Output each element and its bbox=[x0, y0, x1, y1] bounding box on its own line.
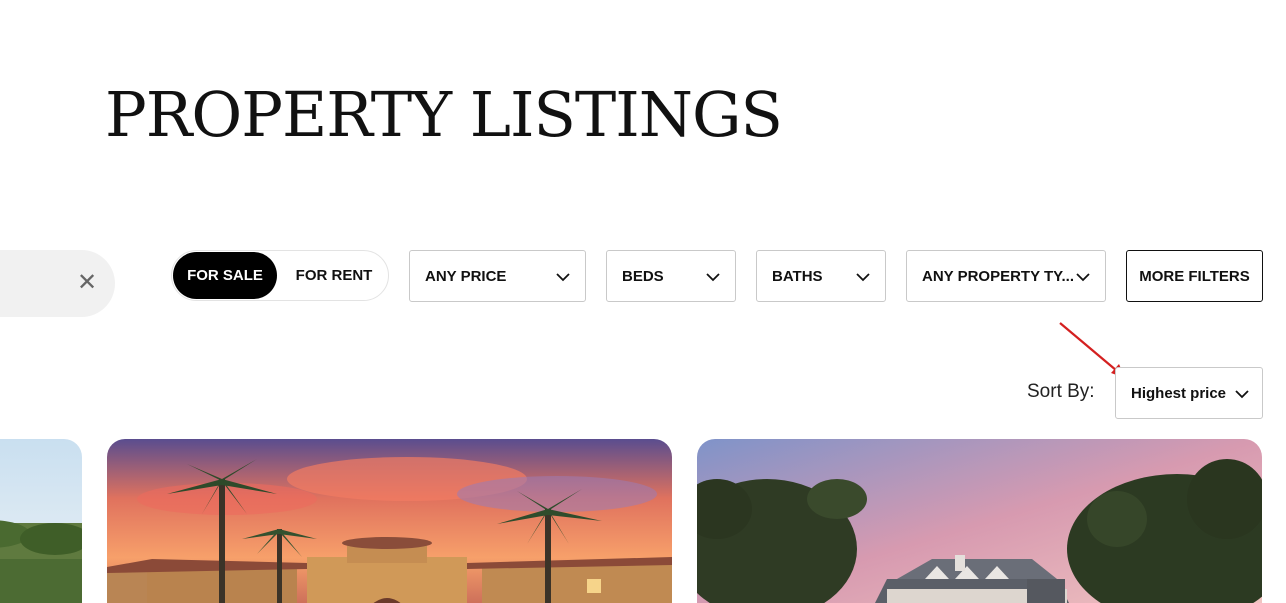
listing-card-image[interactable] bbox=[0, 439, 82, 603]
property-type-dropdown-label: ANY PROPERTY TY... bbox=[922, 267, 1074, 285]
chevron-down-icon bbox=[1235, 390, 1249, 399]
listing-card-image[interactable] bbox=[697, 439, 1262, 603]
property-type-dropdown[interactable]: ANY PROPERTY TY... bbox=[906, 250, 1106, 302]
sort-dropdown-value: Highest price bbox=[1131, 384, 1227, 402]
close-icon[interactable]: ✕ bbox=[76, 271, 98, 295]
page-title: PROPERTY LISTINGS bbox=[105, 78, 783, 151]
baths-dropdown-label: BATHS bbox=[772, 267, 823, 285]
more-filters-button[interactable]: MORE FILTERS bbox=[1126, 250, 1263, 302]
sort-dropdown[interactable]: Highest price bbox=[1115, 367, 1263, 419]
sort-label: Sort By: bbox=[1027, 381, 1095, 402]
for-rent-button[interactable]: FOR RENT bbox=[282, 252, 386, 299]
for-sale-button[interactable]: FOR SALE bbox=[173, 252, 277, 299]
listing-card-image[interactable] bbox=[107, 439, 672, 603]
listing-type-toggle: FOR SALE FOR RENT bbox=[171, 250, 389, 301]
chevron-down-icon bbox=[856, 273, 870, 282]
chevron-down-icon bbox=[556, 273, 570, 282]
baths-dropdown[interactable]: BATHS bbox=[756, 250, 886, 302]
chevron-down-icon bbox=[1076, 273, 1090, 282]
beds-dropdown[interactable]: BEDS bbox=[606, 250, 736, 302]
chevron-down-icon bbox=[706, 273, 720, 282]
price-dropdown[interactable]: ANY PRICE bbox=[409, 250, 586, 302]
price-dropdown-label: ANY PRICE bbox=[425, 267, 507, 285]
beds-dropdown-label: BEDS bbox=[622, 267, 664, 285]
